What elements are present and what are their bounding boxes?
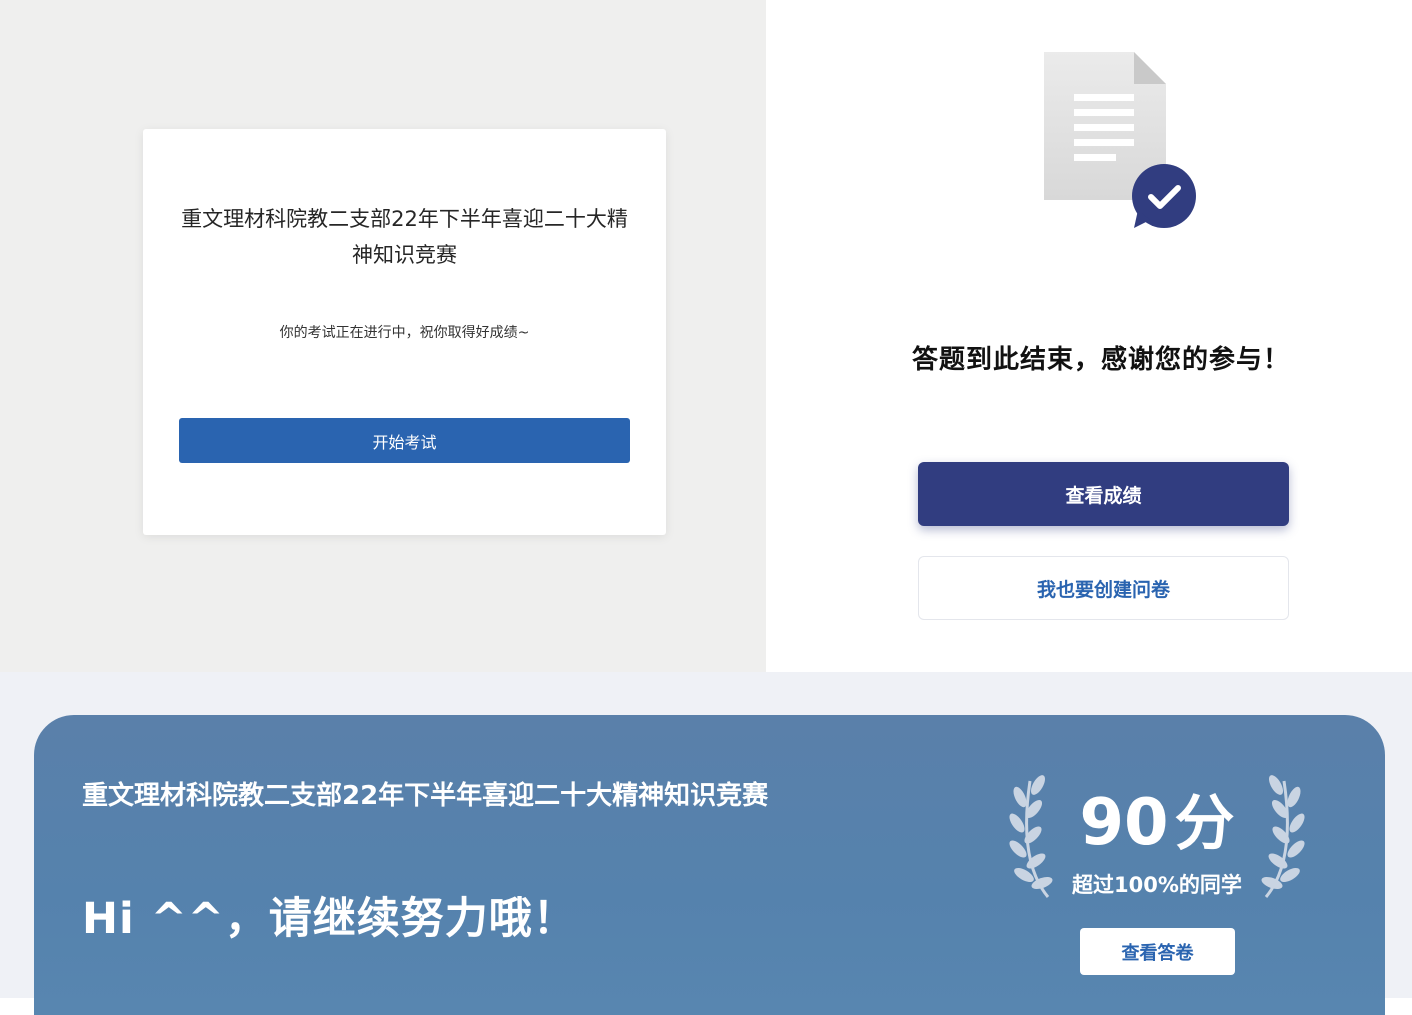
completion-message: 答题到此结束，感谢您的参与！ — [911, 345, 1290, 375]
exam-card: 重文理材科院教二支部22年下半年喜迎二十大精神知识竞赛 你的考试正在进行中，祝你… — [143, 129, 666, 535]
score-unit: 分 — [1174, 789, 1235, 859]
encouragement-text: Hi ^^，请继续努力哦！ — [82, 894, 577, 944]
start-exam-button[interactable]: 开始考试 — [179, 418, 630, 463]
exam-start-panel: 重文理材科院教二支部22年下半年喜迎二十大精神知识竞赛 你的考试正在进行中，祝你… — [0, 0, 766, 672]
score-rank-text: 超过100%的同学 — [1072, 873, 1242, 897]
result-title: 重文理材科院教二支部22年下半年喜迎二十大精神知识竞赛 — [82, 781, 769, 811]
create-survey-button[interactable]: 我也要创建问卷 — [918, 556, 1289, 620]
result-panel: 重文理材科院教二支部22年下半年喜迎二十大精神知识竞赛 Hi ^^，请继续努力哦… — [0, 672, 1412, 1015]
view-score-button[interactable]: 查看成绩 — [918, 462, 1289, 526]
document-check-icon — [1044, 52, 1196, 228]
exam-subtitle: 你的考试正在进行中，祝你取得好成绩~ — [279, 325, 530, 341]
score-value: 90 分 — [1056, 781, 1258, 881]
view-answers-button[interactable]: 查看答卷 — [1080, 928, 1235, 975]
score-number: 90 — [1079, 786, 1169, 860]
check-badge-icon — [1132, 164, 1196, 228]
result-banner: 重文理材科院教二支部22年下半年喜迎二十大精神知识竞赛 Hi ^^，请继续努力哦… — [34, 715, 1385, 1015]
completion-panel: 答题到此结束，感谢您的参与！ 查看成绩 我也要创建问卷 — [766, 0, 1412, 672]
exam-title: 重文理材科院教二支部22年下半年喜迎二十大精神知识竞赛 — [181, 207, 628, 267]
